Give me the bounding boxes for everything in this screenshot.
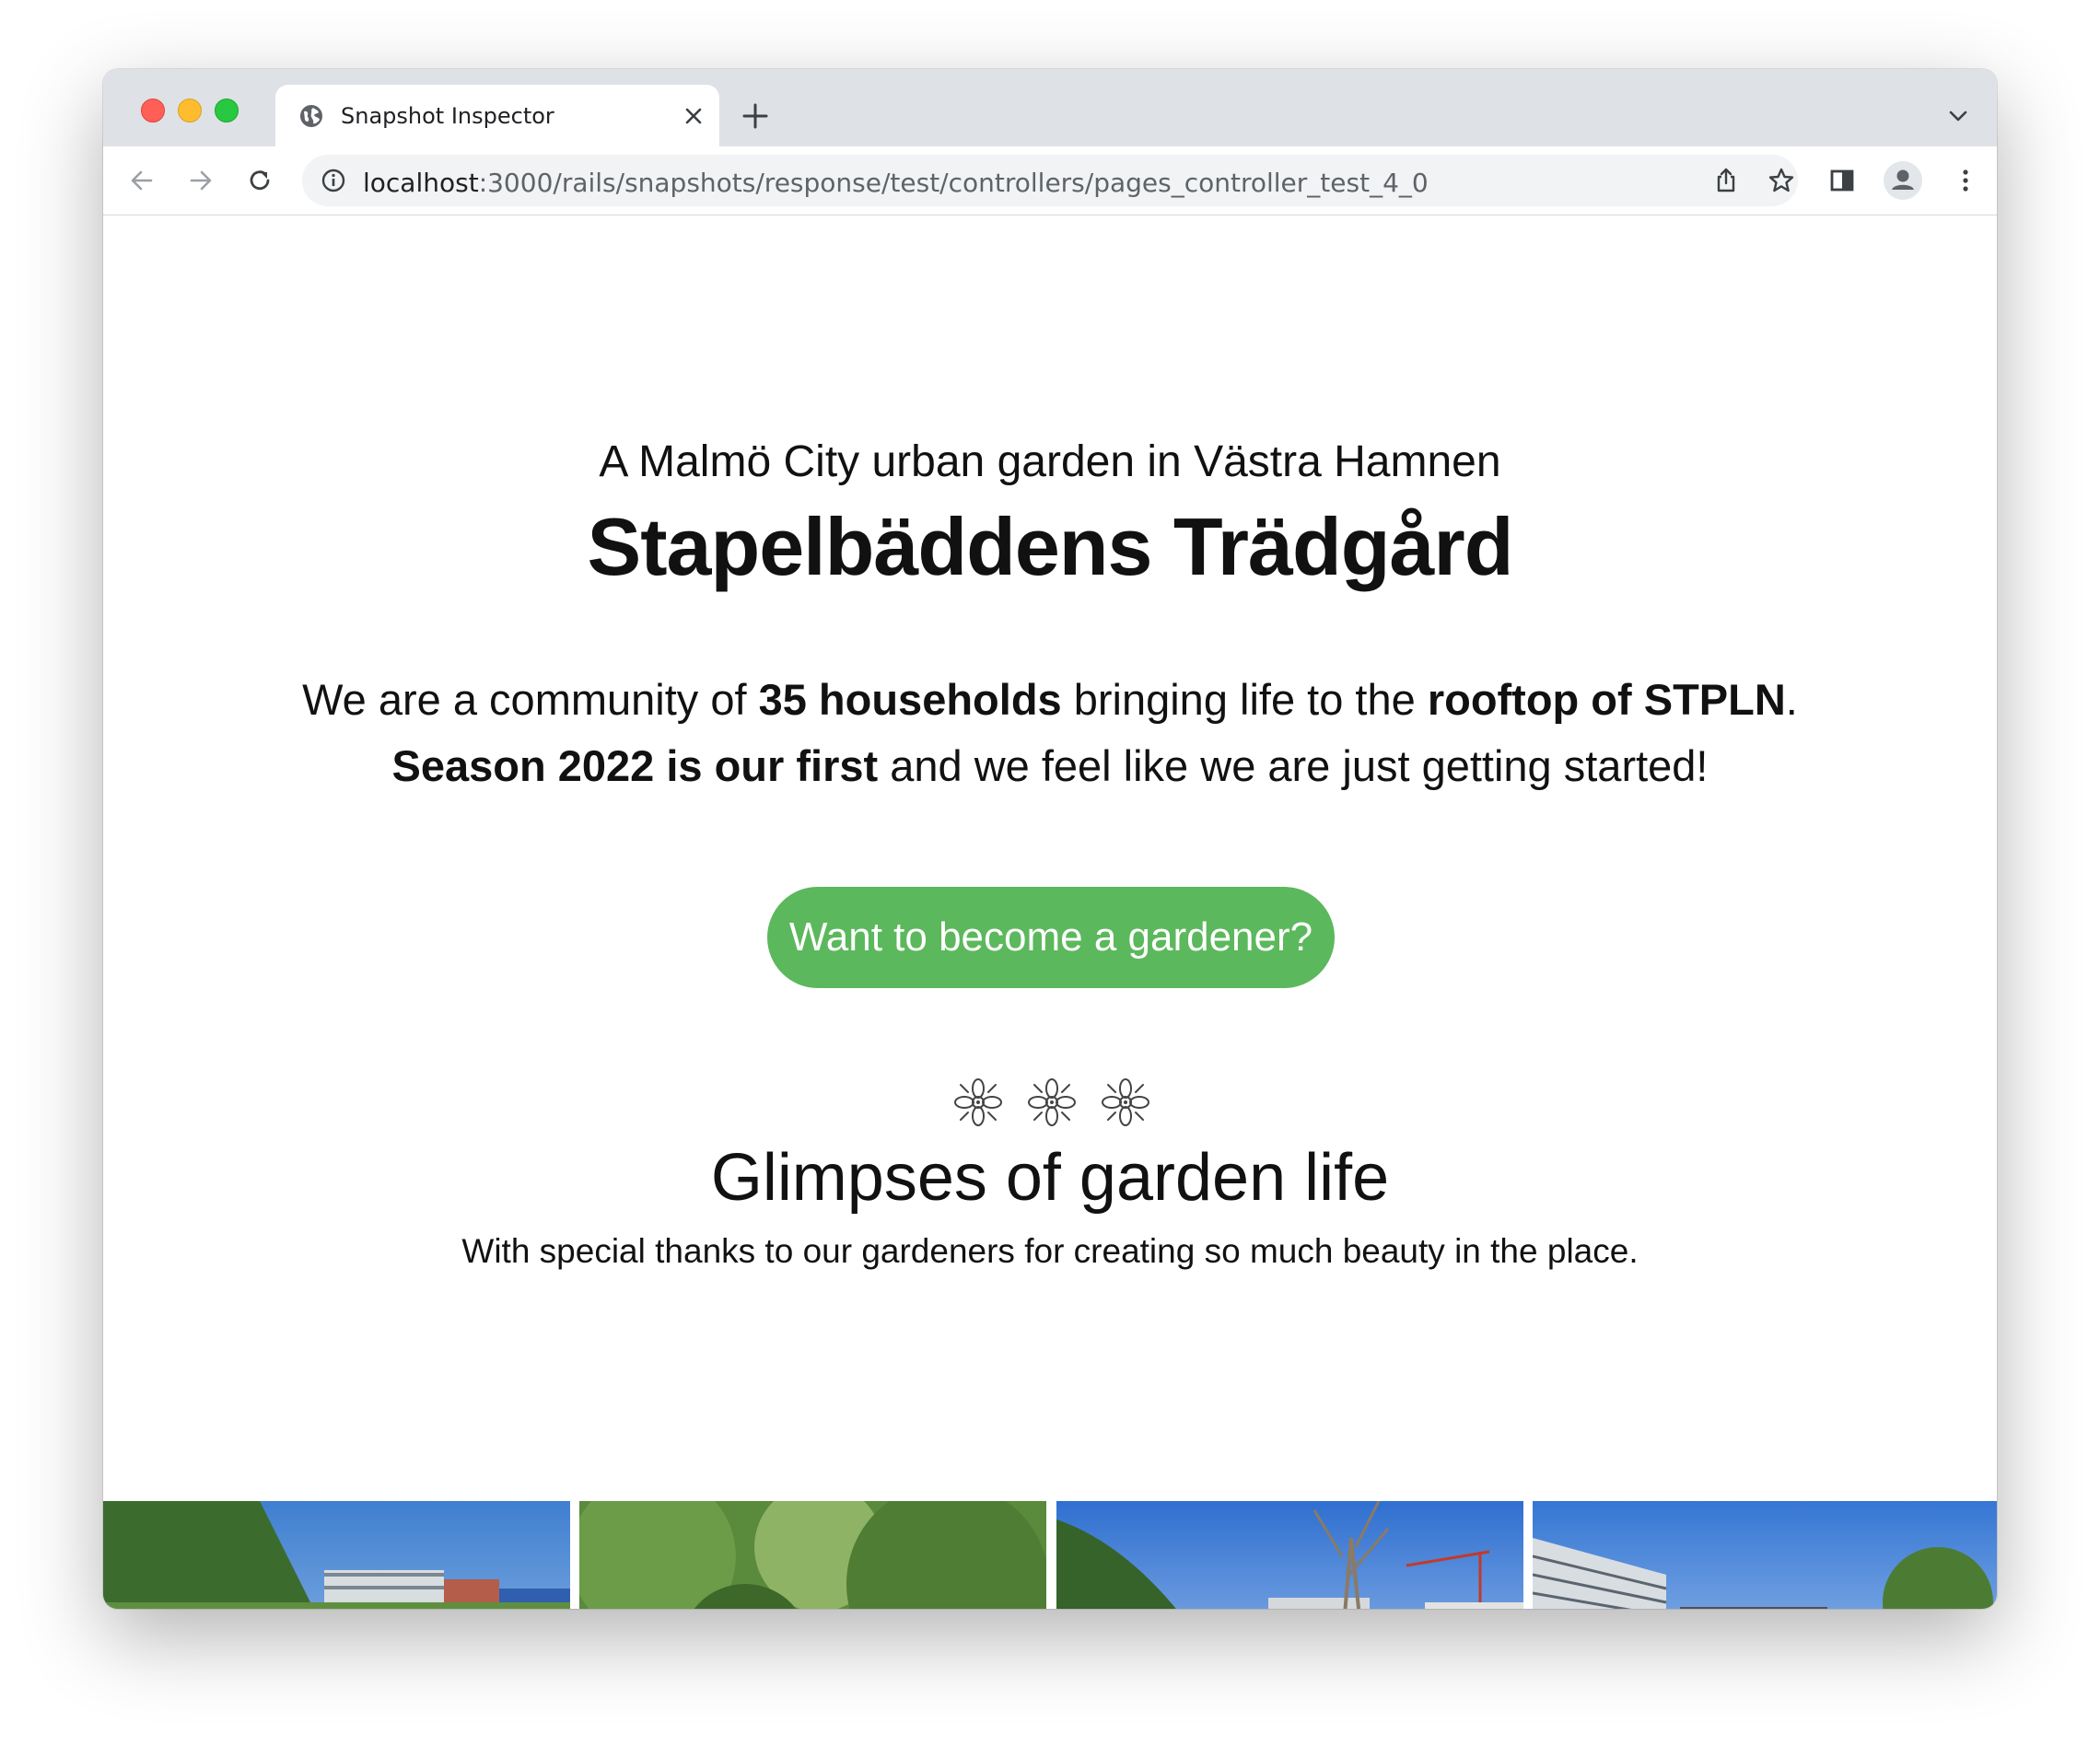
forward-arrow-icon[interactable] xyxy=(184,164,217,197)
intro-paragraph: We are a community of 35 households brin… xyxy=(103,667,1997,799)
maximize-window-button[interactable] xyxy=(215,99,239,122)
browser-toolbar: localhost:3000/rails/snapshots/response/… xyxy=(103,146,1997,215)
close-tab-icon[interactable] xyxy=(681,103,706,129)
url-path: :3000/rails/snapshots/response/test/cont… xyxy=(478,168,1429,198)
flower-icon xyxy=(1102,1078,1149,1126)
url-host: localhost xyxy=(363,168,479,198)
intro-text: We are a community of xyxy=(302,675,759,724)
site-info-icon[interactable] xyxy=(321,168,346,193)
share-icon[interactable] xyxy=(1711,166,1741,195)
browser-window: Snapshot Inspector localhost:3000/rails/… xyxy=(103,69,1997,1609)
tab-strip: Snapshot Inspector xyxy=(103,69,1997,146)
minimize-window-button[interactable] xyxy=(178,99,202,122)
tab-title: Snapshot Inspector xyxy=(341,103,554,129)
globe-icon xyxy=(300,105,322,127)
profile-avatar-icon[interactable] xyxy=(1883,160,1923,201)
intro-bold: Season 2022 is our first xyxy=(391,741,879,790)
garden-photo-2 xyxy=(579,1501,1046,1609)
become-gardener-button[interactable]: Want to become a gardener? xyxy=(767,887,1335,988)
flower-ornament xyxy=(954,1078,1149,1126)
bookmark-star-icon[interactable] xyxy=(1767,166,1796,195)
intro-bold: 35 households xyxy=(758,675,1062,724)
intro-text: bringing life to the xyxy=(1061,675,1428,724)
more-menu-icon[interactable] xyxy=(1949,164,1982,197)
flower-icon xyxy=(954,1078,1002,1126)
intro-bold: rooftop of STPLN xyxy=(1427,675,1786,724)
reload-icon[interactable] xyxy=(243,164,276,197)
intro-text: . xyxy=(1785,675,1798,724)
chevron-down-icon[interactable] xyxy=(1948,106,1968,126)
hero-subtitle: A Malmö City urban garden in Västra Hamn… xyxy=(599,437,1501,486)
garden-photo-3 xyxy=(1056,1501,1523,1609)
new-tab-icon[interactable] xyxy=(741,102,769,130)
gallery-caption: With special thanks to our gardeners for… xyxy=(461,1232,1639,1270)
back-arrow-icon[interactable] xyxy=(125,164,158,197)
address-bar[interactable]: localhost:3000/rails/snapshots/response/… xyxy=(302,155,1798,206)
flower-icon xyxy=(1028,1078,1076,1126)
url-text[interactable]: localhost:3000/rails/snapshots/response/… xyxy=(363,168,1429,198)
intro-text: and we feel like we are just getting sta… xyxy=(878,741,1709,790)
page-title: Stapelbäddens Trädgård xyxy=(587,501,1514,592)
side-panel-icon[interactable] xyxy=(1826,164,1859,197)
close-window-button[interactable] xyxy=(141,99,165,122)
garden-photo-1 xyxy=(103,1501,570,1609)
browser-tab[interactable]: Snapshot Inspector xyxy=(275,85,719,146)
garden-photo-4 xyxy=(1533,1501,1997,1609)
page-content: A Malmö City urban garden in Västra Hamn… xyxy=(103,215,1997,1609)
gallery-heading: Glimpses of garden life xyxy=(710,1141,1390,1215)
